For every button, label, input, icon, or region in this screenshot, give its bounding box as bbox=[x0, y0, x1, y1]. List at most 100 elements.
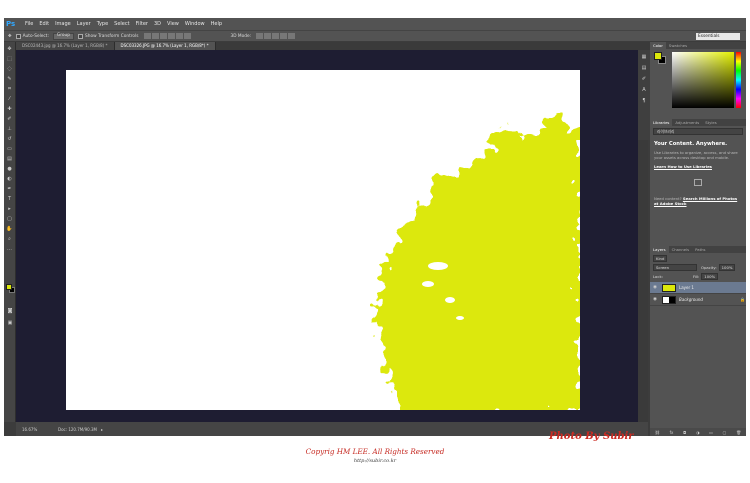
tab-color[interactable]: Color bbox=[650, 42, 666, 49]
move-tool-icon[interactable]: ✥ bbox=[6, 46, 14, 52]
screenshot-frame: Ps File Edit Image Layer Type Select Fil… bbox=[0, 0, 750, 483]
new-group-icon[interactable]: ▭ bbox=[709, 430, 713, 435]
kind-filter-dropdown[interactable]: Kind bbox=[653, 255, 668, 262]
brush-tool-icon[interactable]: ✐ bbox=[6, 116, 14, 122]
shape-tool-icon[interactable]: ▢ bbox=[6, 216, 14, 222]
status-arrow-icon[interactable]: ▸ bbox=[101, 427, 103, 432]
foreground-color-swatch[interactable] bbox=[6, 284, 12, 290]
menu-type[interactable]: Type bbox=[94, 21, 111, 27]
canvas-area[interactable] bbox=[16, 50, 638, 422]
layer-style-icon[interactable]: fx bbox=[670, 430, 674, 435]
menu-view[interactable]: View bbox=[164, 21, 182, 27]
align-top-icon[interactable] bbox=[143, 33, 151, 39]
color-panel-tabs: Color Swatches bbox=[650, 42, 746, 49]
new-layer-icon[interactable]: ▢ bbox=[723, 430, 727, 435]
blend-row: Screen Opacity: 100% bbox=[653, 264, 743, 271]
character-panel-icon[interactable]: A bbox=[641, 87, 648, 94]
menu-select[interactable]: Select bbox=[111, 21, 132, 27]
zoom-tool-icon[interactable]: ⌕ bbox=[6, 236, 14, 242]
show-transform-checkbox[interactable] bbox=[78, 33, 84, 39]
orbit-3d-icon[interactable] bbox=[256, 33, 264, 39]
eye-icon[interactable]: ◉ bbox=[653, 285, 659, 290]
tab-adjustments[interactable]: Adjustments bbox=[672, 119, 702, 126]
color-panel-foreground-swatch[interactable] bbox=[654, 52, 662, 60]
menu-filter[interactable]: Filter bbox=[133, 21, 151, 27]
slide-3d-icon[interactable] bbox=[280, 33, 288, 39]
lasso-tool-icon[interactable]: ◌ bbox=[6, 66, 14, 72]
menu-edit[interactable]: Edit bbox=[36, 21, 52, 27]
layer-row[interactable]: ◉ Background 🔒 bbox=[650, 294, 746, 306]
menu-image[interactable]: Image bbox=[52, 21, 74, 27]
align-bottom-icon[interactable] bbox=[159, 33, 167, 39]
tab-document-1[interactable]: DSC02443.jpg @ 16.7% (Layer 1, RGB/8) * bbox=[16, 42, 115, 50]
scale-3d-icon[interactable] bbox=[288, 33, 296, 39]
pen-tool-icon[interactable]: ✒ bbox=[6, 186, 14, 192]
workspace-dropdown[interactable]: Essentials bbox=[696, 33, 740, 40]
link-layers-icon[interactable]: ⛓ bbox=[655, 430, 660, 435]
tab-paths[interactable]: Paths bbox=[692, 246, 708, 253]
align-left-icon[interactable] bbox=[167, 33, 175, 39]
menu-help[interactable]: Help bbox=[208, 21, 225, 27]
menu-3d[interactable]: 3D bbox=[151, 21, 164, 27]
options-bar: ✥ Auto-Select: Group Show Transform Cont… bbox=[4, 30, 746, 41]
stamp-tool-icon[interactable]: ⊥ bbox=[6, 126, 14, 132]
tab-libraries[interactable]: Libraries bbox=[650, 119, 673, 126]
opacity-input[interactable]: 100% bbox=[718, 264, 736, 271]
quick-mask-icon[interactable]: ◙ bbox=[6, 308, 14, 314]
quick-select-tool-icon[interactable]: ✎ bbox=[6, 76, 14, 82]
auto-select-checkbox[interactable] bbox=[15, 33, 21, 39]
learn-libraries-link[interactable]: Learn How to Use Libraries bbox=[654, 164, 742, 169]
auto-select-dropdown[interactable]: Group bbox=[52, 32, 75, 40]
crop-tool-icon[interactable]: ⌗ bbox=[6, 86, 14, 92]
tab-styles[interactable]: Styles bbox=[702, 119, 720, 126]
hue-slider[interactable] bbox=[736, 52, 741, 108]
document-canvas[interactable] bbox=[66, 70, 580, 410]
zoom-level[interactable]: 16.67% bbox=[22, 427, 44, 432]
marquee-tool-icon[interactable]: ⬚ bbox=[6, 56, 14, 62]
menu-layer[interactable]: Layer bbox=[74, 21, 94, 27]
color-field[interactable] bbox=[672, 52, 734, 108]
roll-3d-icon[interactable] bbox=[264, 33, 272, 39]
more-tools-icon[interactable]: … bbox=[6, 246, 14, 252]
add-content-icon[interactable] bbox=[694, 179, 702, 186]
menu-file[interactable]: File bbox=[22, 21, 36, 27]
blend-mode-dropdown[interactable]: Screen bbox=[653, 264, 697, 271]
eye-icon[interactable]: ◉ bbox=[653, 297, 659, 302]
hand-tool-icon[interactable]: ✋ bbox=[6, 226, 14, 232]
dodge-tool-icon[interactable]: ◐ bbox=[6, 176, 14, 182]
menu-window[interactable]: Window bbox=[182, 21, 208, 27]
tab-layers[interactable]: Layers bbox=[650, 246, 669, 253]
screen-mode-icon[interactable]: ▣ bbox=[6, 320, 14, 326]
align-middle-icon[interactable] bbox=[151, 33, 159, 39]
tab-swatches[interactable]: Swatches bbox=[666, 42, 690, 49]
brush-panel-icon[interactable]: ✐ bbox=[641, 76, 648, 83]
lock-icon: 🔒 bbox=[740, 297, 745, 302]
eraser-tool-icon[interactable]: ▭ bbox=[6, 146, 14, 152]
align-right-icon[interactable] bbox=[183, 33, 191, 39]
adjustment-layer-icon[interactable]: ◑ bbox=[696, 430, 700, 435]
layer-row[interactable]: ◉ Layer 1 bbox=[650, 282, 746, 294]
paragraph-panel-icon[interactable]: ¶ bbox=[641, 98, 648, 105]
add-mask-icon[interactable]: ◘ bbox=[683, 430, 686, 435]
type-tool-icon[interactable]: T bbox=[6, 196, 14, 202]
history-panel-icon[interactable]: ▦ bbox=[641, 54, 648, 61]
properties-panel-icon[interactable]: ▤ bbox=[641, 65, 648, 72]
tab-document-2[interactable]: DSC03326.JPG @ 16.7% (Layer 1, RGB/8*) * bbox=[114, 42, 216, 50]
eyedropper-tool-icon[interactable]: ⁄ bbox=[6, 96, 14, 102]
library-dropdown[interactable]: 라이브러리 bbox=[653, 128, 743, 135]
layers-panel-tabs: Layers Channels Paths bbox=[650, 246, 746, 253]
healing-tool-icon[interactable]: ✚ bbox=[6, 106, 14, 112]
move-tool-icon[interactable]: ✥ bbox=[8, 34, 12, 39]
blur-tool-icon[interactable]: ● bbox=[6, 166, 14, 172]
path-select-icon[interactable]: ▸ bbox=[6, 206, 14, 212]
gradient-tool-icon[interactable]: ▤ bbox=[6, 156, 14, 162]
delete-layer-icon[interactable]: 🗑 bbox=[736, 430, 741, 435]
align-center-icon[interactable] bbox=[175, 33, 183, 39]
document-size: Doc: 120.7M/90.3M bbox=[58, 426, 97, 432]
history-brush-icon[interactable]: ↺ bbox=[6, 136, 14, 142]
tab-channels[interactable]: Channels bbox=[669, 246, 693, 253]
color-panel: Color Swatches bbox=[650, 42, 746, 117]
fill-input[interactable]: 100% bbox=[701, 273, 719, 280]
pan-3d-icon[interactable] bbox=[272, 33, 280, 39]
menu-bar: Ps File Edit Image Layer Type Select Fil… bbox=[4, 18, 746, 30]
